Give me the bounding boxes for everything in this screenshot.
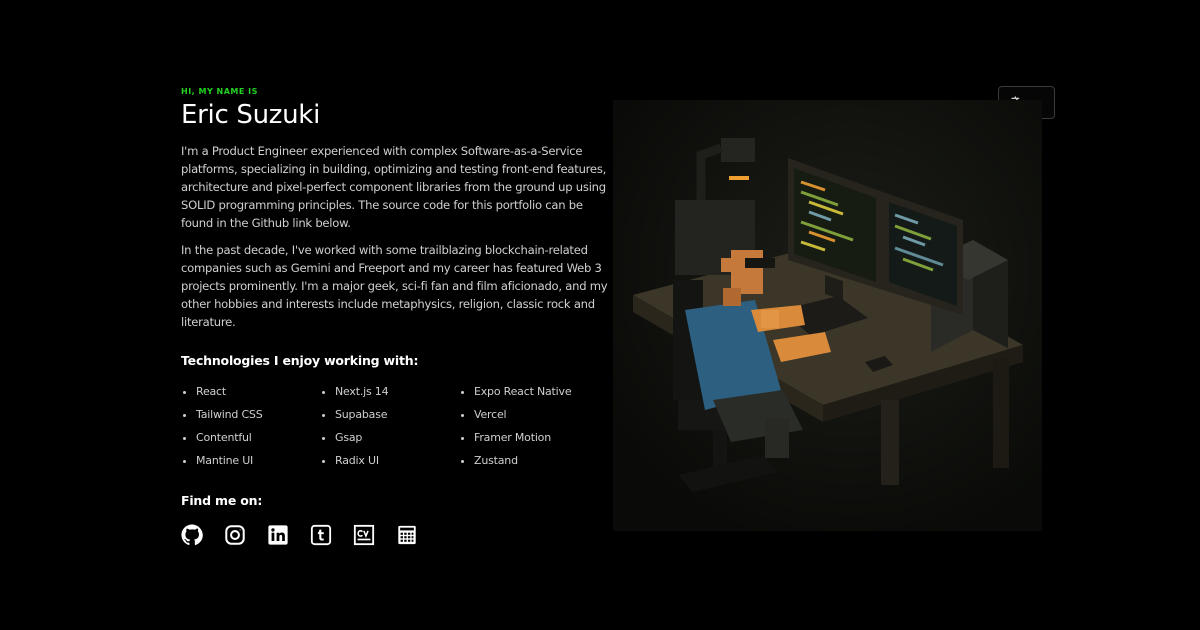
desk-leg-left bbox=[881, 400, 899, 485]
tech-item-framer-motion: Framer Motion bbox=[459, 430, 601, 446]
person-hand bbox=[761, 310, 779, 328]
find-me-heading: Find me on: bbox=[181, 493, 263, 508]
intro-eyebrow: HI, MY NAME IS bbox=[181, 87, 258, 96]
tech-item-contentful: Contentful bbox=[181, 430, 320, 446]
person-glasses bbox=[745, 258, 775, 268]
github-icon bbox=[181, 524, 203, 546]
linkedin-icon bbox=[268, 525, 288, 545]
intro-section: HI, MY NAME IS Eric Suzuki I'm a Product… bbox=[181, 86, 613, 340]
technologies-list: React Next.js 14 Expo React Native Tailw… bbox=[181, 384, 601, 469]
tech-item-vercel: Vercel bbox=[459, 407, 601, 423]
lamp-head bbox=[721, 138, 755, 162]
tech-item-expo-react-native: Expo React Native bbox=[459, 384, 601, 400]
person-ear bbox=[721, 258, 733, 272]
lamp-light bbox=[729, 176, 749, 180]
tech-item-zustand: Zustand bbox=[459, 453, 601, 469]
instagram-icon bbox=[225, 525, 245, 545]
calendar-link[interactable] bbox=[396, 524, 418, 546]
tech-item-mantine: Mantine UI bbox=[181, 453, 320, 469]
person-face bbox=[731, 250, 763, 294]
technologies-heading: Technologies I enjoy working with: bbox=[181, 353, 419, 368]
github-link[interactable] bbox=[181, 524, 203, 546]
bio-paragraph-2: In the past decade, I've worked with som… bbox=[181, 243, 608, 329]
tech-item-tailwind: Tailwind CSS bbox=[181, 407, 320, 423]
tumblr-icon bbox=[310, 524, 332, 546]
tech-item-supabase: Supabase bbox=[320, 407, 459, 423]
linkedin-link[interactable] bbox=[267, 524, 289, 546]
bio-paragraph-1: I'm a Product Engineer experienced with … bbox=[181, 144, 607, 230]
hero-image bbox=[613, 100, 1042, 531]
calendar-icon bbox=[398, 525, 416, 545]
instagram-link[interactable] bbox=[224, 524, 246, 546]
page-title: Eric Suzuki bbox=[181, 100, 320, 130]
tech-item-gsap: Gsap bbox=[320, 430, 459, 446]
tech-item-radix: Radix UI bbox=[320, 453, 459, 469]
cv-link[interactable] bbox=[353, 524, 375, 546]
person-neck bbox=[723, 288, 741, 306]
tumblr-link[interactable] bbox=[310, 524, 332, 546]
tech-item-react: React bbox=[181, 384, 320, 400]
cv-icon bbox=[353, 524, 375, 546]
social-links bbox=[181, 524, 418, 546]
person-shin bbox=[765, 418, 789, 458]
voxel-developer-illustration bbox=[613, 100, 1042, 531]
tech-item-nextjs: Next.js 14 bbox=[320, 384, 459, 400]
desk-leg-right bbox=[993, 358, 1009, 468]
